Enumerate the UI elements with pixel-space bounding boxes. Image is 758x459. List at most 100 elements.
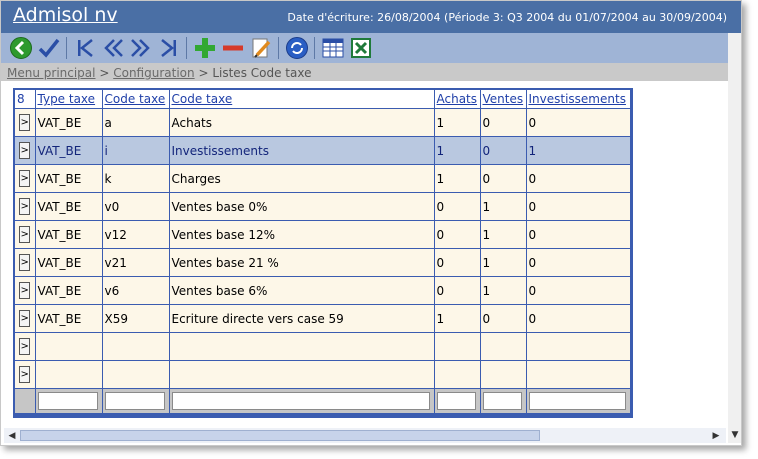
scroll-right-icon[interactable]: ▶ xyxy=(710,430,722,442)
cell-type-taxe: VAT_BE xyxy=(35,192,103,221)
empty-cell xyxy=(102,360,170,389)
row-select-button[interactable]: > xyxy=(19,366,31,383)
table-row[interactable]: > VAT_BE v6 Ventes base 6% 0 1 0 xyxy=(15,276,631,305)
empty-cell xyxy=(102,332,170,361)
column-header-achats[interactable]: Achats xyxy=(434,90,481,109)
table-row[interactable]: > VAT_BE X59 Ecriture directe vers case 59 1… xyxy=(15,304,631,333)
refresh-icon[interactable] xyxy=(285,36,309,60)
new-row-cell xyxy=(434,388,481,414)
row-select-button[interactable]: > xyxy=(19,282,31,299)
edit-icon[interactable] xyxy=(249,36,273,60)
new-type-taxe-input[interactable] xyxy=(37,392,98,410)
period-info: Date d'écriture: 26/08/2004 (Période 3: … xyxy=(287,11,727,24)
column-header-investissements[interactable]: Investissements xyxy=(526,90,631,109)
cell-ventes: 1 xyxy=(480,276,527,305)
column-header-code-taxe[interactable]: Code taxe xyxy=(102,90,170,109)
table-view-icon[interactable] xyxy=(321,36,345,60)
column-header-ventes[interactable]: Ventes xyxy=(480,90,527,109)
row-select-button[interactable]: > xyxy=(19,226,31,243)
new-row-cell xyxy=(480,388,527,414)
scroll-down-icon[interactable]: ▼ xyxy=(729,429,741,441)
new-row-cell xyxy=(169,388,435,414)
empty-cell xyxy=(480,332,527,361)
cell-code-taxe: v6 xyxy=(102,276,170,305)
table-row[interactable]: > VAT_BE a Achats 1 0 0 xyxy=(15,108,631,137)
horizontal-scroll-thumb[interactable] xyxy=(20,430,540,441)
app-title[interactable]: Admisol nv xyxy=(13,4,118,26)
column-header-description[interactable]: Code taxe xyxy=(169,90,435,109)
breadcrumb: Menu principal > Configuration > Listes … xyxy=(1,63,741,81)
cell-type-taxe: VAT_BE xyxy=(35,164,103,193)
excel-export-icon[interactable] xyxy=(349,36,373,60)
cell-ventes: 1 xyxy=(480,248,527,277)
row-select-cell: > xyxy=(15,304,36,333)
breadcrumb-config-link[interactable]: Configuration xyxy=(113,66,194,80)
title-bar: Admisol nv Date d'écriture: 26/08/2004 (… xyxy=(1,1,741,33)
first-record-icon[interactable] xyxy=(73,36,97,60)
cell-achats: 0 xyxy=(434,220,481,249)
vertical-scrollbar[interactable]: ▼ xyxy=(728,33,741,443)
add-icon[interactable] xyxy=(193,36,217,60)
cell-ventes: 1 xyxy=(480,192,527,221)
delete-icon[interactable] xyxy=(221,36,245,60)
table-row[interactable]: > VAT_BE v0 Ventes base 0% 0 1 0 xyxy=(15,192,631,221)
cell-description: Achats xyxy=(169,108,435,137)
new-record-row xyxy=(15,388,631,414)
horizontal-scrollbar[interactable]: ◀ ▶ xyxy=(4,428,726,443)
breadcrumb-menu-link[interactable]: Menu principal xyxy=(7,66,96,80)
last-record-icon[interactable] xyxy=(157,36,181,60)
empty-cell xyxy=(526,332,631,361)
breadcrumb-current: Listes Code taxe xyxy=(212,66,312,80)
row-select-cell: > xyxy=(15,276,36,305)
new-row-cell xyxy=(35,388,103,414)
row-select-button[interactable]: > xyxy=(19,170,31,187)
table-row[interactable]: > VAT_BE v12 Ventes base 12% 0 1 0 xyxy=(15,220,631,249)
new-description-input[interactable] xyxy=(171,392,430,410)
scroll-left-icon[interactable]: ◀ xyxy=(6,430,18,442)
cell-code-taxe: v0 xyxy=(102,192,170,221)
cell-ventes: 0 xyxy=(480,136,527,165)
new-row-cell xyxy=(102,388,170,414)
empty-cell xyxy=(480,360,527,389)
column-header-type-taxe[interactable]: Type taxe xyxy=(35,90,103,109)
table-row[interactable]: > VAT_BE v21 Ventes base 21 % 0 1 0 xyxy=(15,248,631,277)
table-row[interactable]: > VAT_BE k Charges 1 0 0 xyxy=(15,164,631,193)
cell-achats: 0 xyxy=(434,248,481,277)
cell-achats: 1 xyxy=(434,164,481,193)
table-row[interactable]: > VAT_BE i Investissements 1 0 1 xyxy=(15,136,631,165)
cell-type-taxe: VAT_BE xyxy=(35,304,103,333)
row-select-cell: > xyxy=(15,136,36,165)
row-select-button[interactable]: > xyxy=(19,114,31,131)
cell-description: Ventes base 0% xyxy=(169,192,435,221)
row-select-button[interactable]: > xyxy=(19,338,31,355)
cell-type-taxe: VAT_BE xyxy=(35,108,103,137)
new-code-taxe-input[interactable] xyxy=(104,392,165,410)
new-row-cell xyxy=(526,388,631,414)
new-investissements-input[interactable] xyxy=(528,392,626,410)
cell-investissements: 0 xyxy=(526,248,631,277)
cell-ventes: 1 xyxy=(480,220,527,249)
row-select-button[interactable]: > xyxy=(19,310,31,327)
cell-investissements: 0 xyxy=(526,192,631,221)
cell-type-taxe: VAT_BE xyxy=(35,136,103,165)
back-icon[interactable] xyxy=(9,36,33,60)
row-select-button[interactable]: > xyxy=(19,142,31,159)
check-icon[interactable] xyxy=(37,36,61,60)
empty-row[interactable]: > xyxy=(15,360,631,389)
cell-code-taxe: v21 xyxy=(102,248,170,277)
previous-record-icon[interactable] xyxy=(101,36,125,60)
row-select-cell: > xyxy=(15,332,36,361)
row-select-cell: > xyxy=(15,108,36,137)
empty-cell xyxy=(434,332,481,361)
empty-row[interactable]: > xyxy=(15,332,631,361)
row-select-button[interactable]: > xyxy=(19,254,31,271)
empty-cell xyxy=(169,332,435,361)
row-select-button[interactable]: > xyxy=(19,198,31,215)
toolbar xyxy=(1,33,741,63)
cell-investissements: 0 xyxy=(526,220,631,249)
new-ventes-input[interactable] xyxy=(482,392,522,410)
new-achats-input[interactable] xyxy=(436,392,476,410)
row-select-cell: > xyxy=(15,220,36,249)
new-row-marker xyxy=(15,388,36,414)
next-record-icon[interactable] xyxy=(129,36,153,60)
